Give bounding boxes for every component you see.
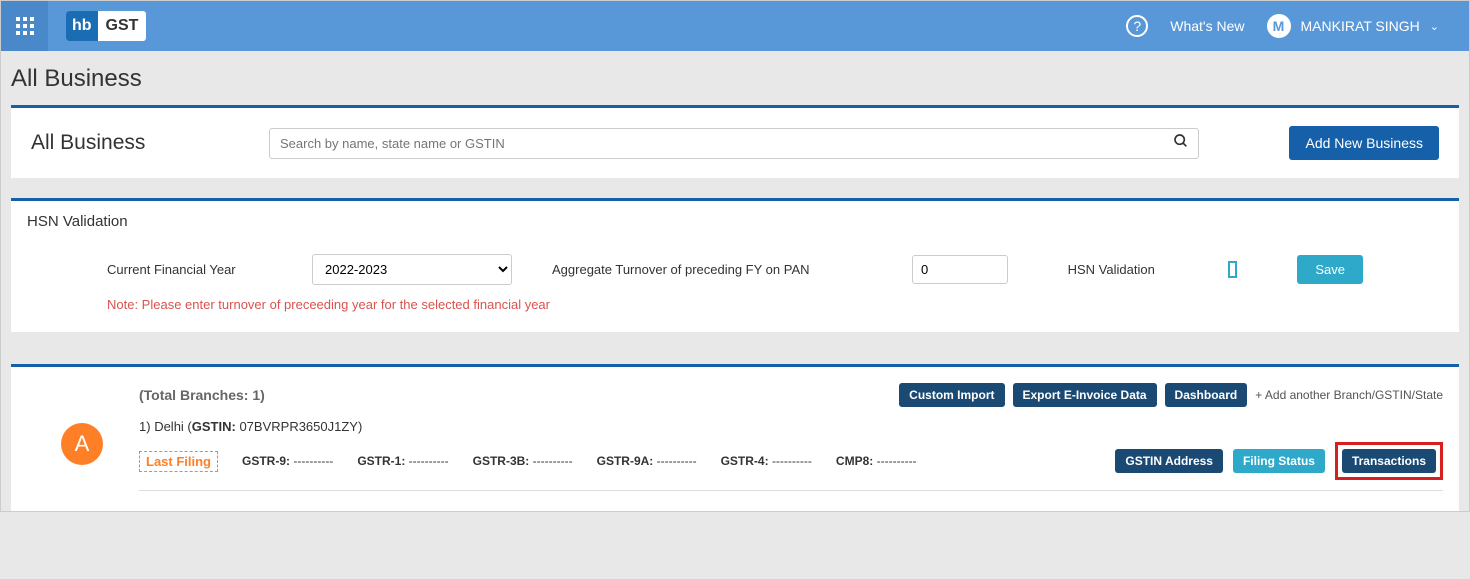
- username: MANKIRAT SINGH: [1301, 18, 1420, 34]
- whats-new-link[interactable]: What's New: [1170, 18, 1244, 34]
- page-title: All Business: [1, 51, 1469, 105]
- chevron-down-icon: ⌄: [1430, 20, 1439, 33]
- export-einvoice-button[interactable]: Export E-Invoice Data: [1013, 383, 1157, 407]
- turnover-label: Aggregate Turnover of preceding FY on PA…: [552, 262, 902, 277]
- top-bar: hb GST ? What's New M MANKIRAT SINGH ⌄: [1, 1, 1469, 51]
- filing-status-button[interactable]: Filing Status: [1233, 449, 1325, 473]
- logo-hb: hb: [66, 11, 98, 41]
- hsn-validation-checkbox[interactable]: [1228, 261, 1238, 278]
- gstr-3b: GSTR-3B: ----------: [473, 454, 573, 468]
- add-branch-link[interactable]: + Add another Branch/GSTIN/State: [1255, 388, 1443, 402]
- apps-grid-icon: [16, 17, 34, 35]
- last-filing-badge[interactable]: Last Filing: [139, 451, 218, 472]
- branch-line: 1) Delhi (GSTIN: 07BVRPR3650J1ZY): [139, 419, 1443, 434]
- cmp8: CMP8: ----------: [836, 454, 917, 468]
- search-card: All Business Add New Business: [11, 105, 1459, 178]
- custom-import-button[interactable]: Custom Import: [899, 383, 1004, 407]
- transactions-button[interactable]: Transactions: [1342, 449, 1436, 473]
- user-menu[interactable]: M MANKIRAT SINGH ⌄: [1267, 14, 1440, 38]
- hsn-validation-label: HSN Validation: [1068, 262, 1218, 277]
- hsn-validation-card: HSN Validation Current Financial Year 20…: [11, 198, 1459, 332]
- hsn-note: Note: Please enter turnover of preceedin…: [27, 297, 1443, 312]
- gstr-1: GSTR-1: ----------: [357, 454, 448, 468]
- user-avatar: M: [1267, 14, 1291, 38]
- hsn-card-title: HSN Validation: [27, 213, 1443, 230]
- turnover-input[interactable]: [912, 255, 1008, 284]
- transactions-highlight: Transactions: [1335, 442, 1443, 480]
- apps-menu-button[interactable]: [1, 1, 48, 51]
- add-new-business-button[interactable]: Add New Business: [1289, 126, 1439, 160]
- gstr-4: GSTR-4: ----------: [721, 454, 812, 468]
- search-card-title: All Business: [31, 131, 251, 155]
- gstin-address-button[interactable]: GSTIN Address: [1115, 449, 1223, 473]
- business-card: (Total Branches: 1) Custom Import Export…: [11, 364, 1459, 511]
- help-icon[interactable]: ?: [1126, 15, 1148, 37]
- total-branches: (Total Branches: 1): [139, 387, 265, 403]
- search-input[interactable]: [269, 128, 1199, 159]
- gstr-9a: GSTR-9A: ----------: [597, 454, 697, 468]
- save-button[interactable]: Save: [1297, 255, 1363, 284]
- logo-gst: GST: [98, 11, 147, 41]
- search-icon[interactable]: [1173, 133, 1189, 153]
- fy-select[interactable]: 2022-2023: [312, 254, 512, 285]
- business-avatar: A: [61, 423, 103, 465]
- brand-logo[interactable]: hb GST: [66, 11, 146, 41]
- dashboard-button[interactable]: Dashboard: [1165, 383, 1248, 407]
- gstr-9: GSTR-9: ----------: [242, 454, 333, 468]
- fy-label: Current Financial Year: [107, 262, 302, 277]
